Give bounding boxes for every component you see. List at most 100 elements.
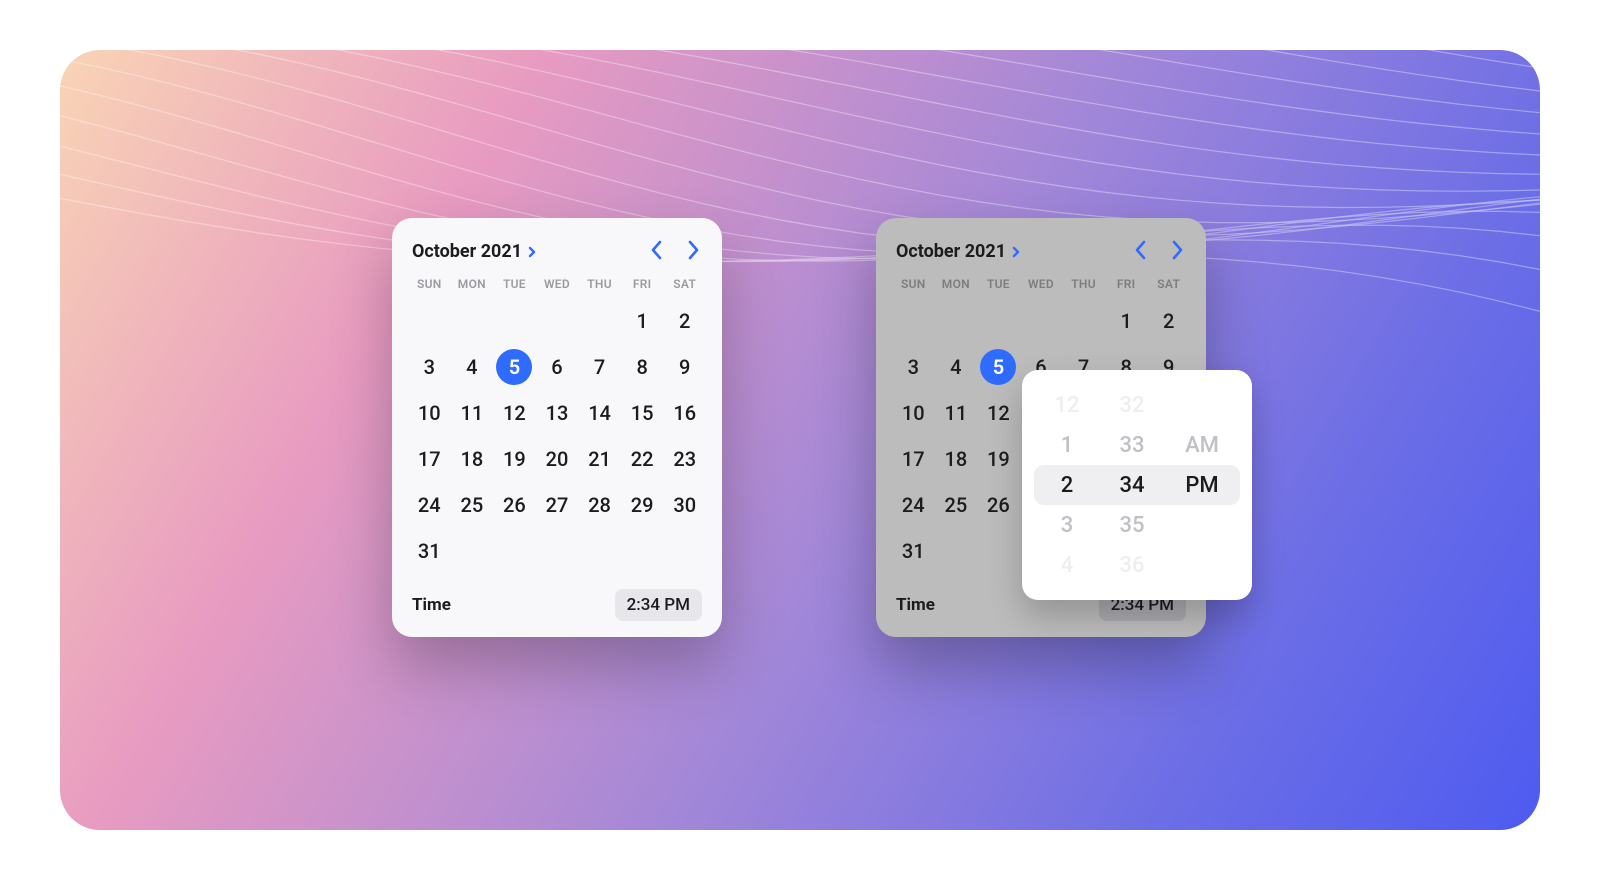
calendar-day[interactable]: 16 xyxy=(663,391,706,435)
weekday-label: MON xyxy=(935,277,978,291)
weekday-label: SAT xyxy=(1147,277,1190,291)
calendar-day[interactable]: 20 xyxy=(536,437,579,481)
calendar-header: October 2021 xyxy=(892,234,1190,275)
calendar-day[interactable]: 10 xyxy=(892,391,935,435)
calendar-day[interactable]: 18 xyxy=(451,437,494,481)
calendar-day[interactable]: 22 xyxy=(621,437,664,481)
calendar-day[interactable]: 8 xyxy=(621,345,664,389)
chevron-right-icon xyxy=(1010,246,1022,258)
calendar-day[interactable]: 14 xyxy=(578,391,621,435)
calendar-day[interactable]: 6 xyxy=(536,345,579,389)
month-label: October 2021 xyxy=(412,241,522,262)
calendar-header: October 2021 xyxy=(408,234,706,275)
month-label: October 2021 xyxy=(896,241,1006,262)
calendar-day[interactable]: 5 xyxy=(977,345,1020,389)
time-label: Time xyxy=(896,595,935,615)
wheel-slot xyxy=(1167,505,1237,545)
wheel-slot: 1 xyxy=(1037,425,1097,465)
calendar-grid: 1234567891011121314151617181920212223242… xyxy=(408,299,706,573)
weekday-label: TUE xyxy=(493,277,536,291)
calendar-day[interactable]: 25 xyxy=(451,483,494,527)
wheel-slot: 32 xyxy=(1097,385,1167,425)
time-label: Time xyxy=(412,595,451,615)
calendar-day[interactable]: 4 xyxy=(935,345,978,389)
date-picker-card: October 2021 SUNMONTUEWEDTHUFRISAT 12345… xyxy=(392,218,722,637)
calendar-day[interactable]: 13 xyxy=(536,391,579,435)
wheel-slot: 36 xyxy=(1097,545,1167,585)
wheel-slot: AM xyxy=(1167,425,1237,465)
next-month-button[interactable] xyxy=(684,238,702,265)
wheel-slot: 33 xyxy=(1097,425,1167,465)
weekday-label: TUE xyxy=(977,277,1020,291)
calendar-day[interactable]: 12 xyxy=(493,391,536,435)
calendar-day[interactable]: 27 xyxy=(536,483,579,527)
calendar-day[interactable]: 2 xyxy=(663,299,706,343)
showcase-canvas: October 2021 SUNMONTUEWEDTHUFRISAT 12345… xyxy=(60,50,1540,830)
calendar-day[interactable]: 21 xyxy=(578,437,621,481)
wheel-slot: 34 xyxy=(1097,465,1167,505)
calendar-day[interactable]: 17 xyxy=(892,437,935,481)
calendar-day[interactable]: 23 xyxy=(663,437,706,481)
wheel-slot: 35 xyxy=(1097,505,1167,545)
calendar-day[interactable]: 3 xyxy=(408,345,451,389)
calendar-day[interactable]: 19 xyxy=(493,437,536,481)
wheel-slot xyxy=(1167,545,1237,585)
weekday-label: SUN xyxy=(408,277,451,291)
calendar-day[interactable]: 1 xyxy=(621,299,664,343)
calendar-day[interactable]: 7 xyxy=(578,345,621,389)
weekday-label: WED xyxy=(1020,277,1063,291)
weekday-label: WED xyxy=(536,277,579,291)
hour-wheel[interactable]: 12 1 2 3 4 xyxy=(1037,370,1097,600)
month-nav xyxy=(1132,238,1186,265)
calendar-day[interactable]: 1 xyxy=(1105,299,1148,343)
wheel-slot: 4 xyxy=(1037,545,1097,585)
time-picker-popover[interactable]: 12 1 2 3 4 32 33 34 35 36 AM PM xyxy=(1022,370,1252,600)
weekday-label: THU xyxy=(578,277,621,291)
period-wheel[interactable]: AM PM xyxy=(1167,370,1237,600)
calendar-day[interactable]: 24 xyxy=(892,483,935,527)
wheel-slot: PM xyxy=(1167,465,1237,505)
calendar-day[interactable]: 29 xyxy=(621,483,664,527)
wheel-slot: 3 xyxy=(1037,505,1097,545)
wheel-slot: 12 xyxy=(1037,385,1097,425)
calendar-day[interactable]: 18 xyxy=(935,437,978,481)
calendar-day[interactable]: 17 xyxy=(408,437,451,481)
weekday-label: THU xyxy=(1062,277,1105,291)
weekday-header: SUNMONTUEWEDTHUFRISAT xyxy=(892,275,1190,299)
calendar-day[interactable]: 30 xyxy=(663,483,706,527)
calendar-day[interactable]: 4 xyxy=(451,345,494,389)
next-month-button[interactable] xyxy=(1168,238,1186,265)
calendar-day[interactable]: 12 xyxy=(977,391,1020,435)
calendar-day[interactable]: 26 xyxy=(977,483,1020,527)
weekday-label: MON xyxy=(451,277,494,291)
calendar-day[interactable]: 5 xyxy=(493,345,536,389)
month-nav xyxy=(648,238,702,265)
calendar-day[interactable]: 31 xyxy=(408,529,451,573)
time-value-button[interactable]: 2:34 PM xyxy=(615,589,702,621)
calendar-day[interactable]: 11 xyxy=(935,391,978,435)
month-select-button[interactable]: October 2021 xyxy=(896,241,1022,262)
weekday-label: SUN xyxy=(892,277,935,291)
calendar-day[interactable]: 3 xyxy=(892,345,935,389)
minute-wheel[interactable]: 32 33 34 35 36 xyxy=(1097,370,1167,600)
calendar-day[interactable]: 19 xyxy=(977,437,1020,481)
calendar-day[interactable]: 25 xyxy=(935,483,978,527)
prev-month-button[interactable] xyxy=(1132,238,1150,265)
prev-month-button[interactable] xyxy=(648,238,666,265)
wheel-slot xyxy=(1167,385,1237,425)
calendar-day[interactable]: 28 xyxy=(578,483,621,527)
calendar-day[interactable]: 15 xyxy=(621,391,664,435)
calendar-day[interactable]: 10 xyxy=(408,391,451,435)
chevron-right-icon xyxy=(526,246,538,258)
calendar-day[interactable]: 26 xyxy=(493,483,536,527)
calendar-day[interactable]: 31 xyxy=(892,529,935,573)
calendar-day[interactable]: 2 xyxy=(1147,299,1190,343)
calendar-day[interactable]: 9 xyxy=(663,345,706,389)
weekday-label: FRI xyxy=(621,277,664,291)
wheel-slot: 2 xyxy=(1037,465,1097,505)
weekday-label: FRI xyxy=(1105,277,1148,291)
calendar-day[interactable]: 11 xyxy=(451,391,494,435)
calendar-day[interactable]: 24 xyxy=(408,483,451,527)
weekday-label: SAT xyxy=(663,277,706,291)
month-select-button[interactable]: October 2021 xyxy=(412,241,538,262)
